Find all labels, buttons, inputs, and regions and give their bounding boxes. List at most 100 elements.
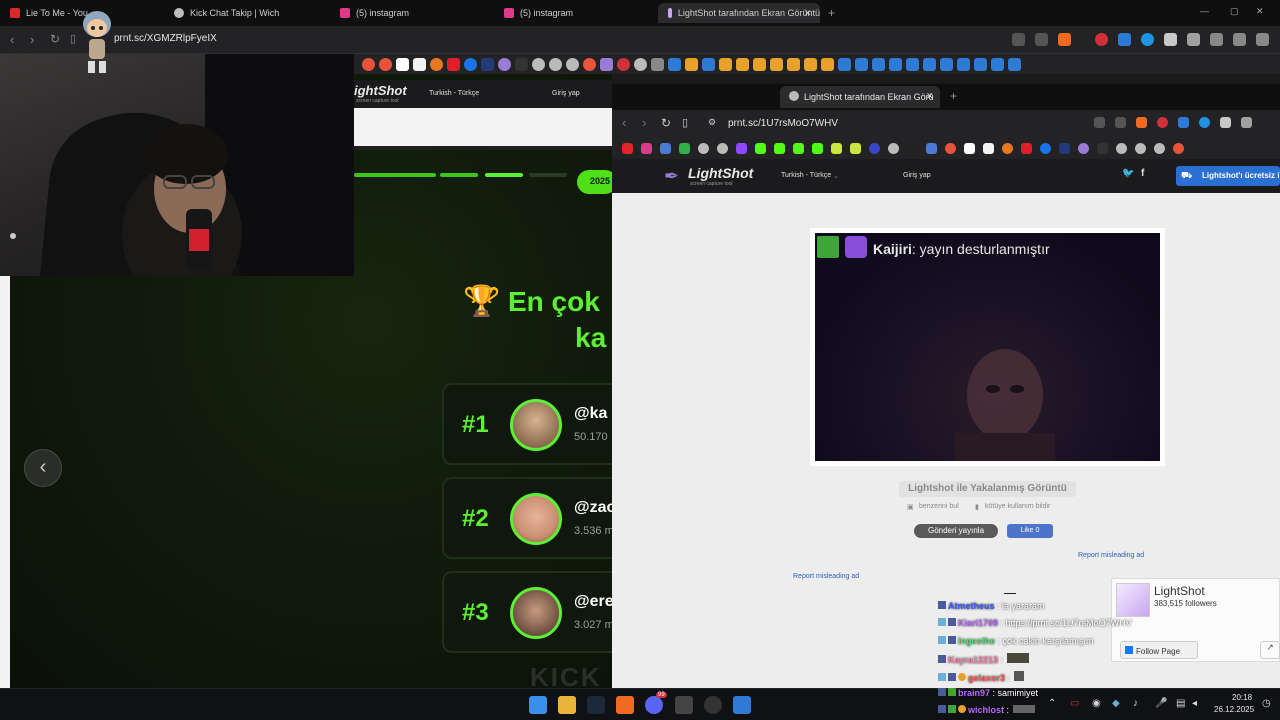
bookmark-purple-icon[interactable] xyxy=(498,57,511,71)
bookmark-drive-icon[interactable] xyxy=(679,142,690,154)
bookmark-instagram-icon[interactable] xyxy=(641,142,652,154)
lightshot-logo[interactable]: LightShot xyxy=(688,165,753,181)
bookmark-globe-icon[interactable] xyxy=(698,142,709,154)
bookmark-steam-icon[interactable] xyxy=(906,57,919,71)
bookmark-globe-icon[interactable] xyxy=(1135,142,1146,154)
bookmark-orange-icon[interactable] xyxy=(787,57,800,71)
bookmark-x-twitter-icon[interactable] xyxy=(907,142,918,154)
bookmark-p-icon[interactable] xyxy=(396,57,409,71)
bookmark-globe-icon[interactable] xyxy=(1154,142,1165,154)
bookmark-nhl-icon[interactable] xyxy=(481,57,494,71)
bookmark-orange-icon[interactable] xyxy=(685,57,698,71)
close-window-icon[interactable]: ✕ xyxy=(1256,6,1264,17)
previous-arrow-button[interactable]: ‹ xyxy=(24,449,62,487)
lightshot-page-logo[interactable] xyxy=(1116,583,1150,617)
bookmark-kick-icon[interactable] xyxy=(515,57,528,71)
tray-app-icon[interactable]: ◉ xyxy=(1092,698,1101,709)
discord-icon[interactable] xyxy=(645,696,663,714)
tab-instagram-1[interactable]: (5) instagram xyxy=(330,3,490,23)
back-icon[interactable]: ‹ xyxy=(10,32,14,47)
close-tab-icon[interactable]: ✕ xyxy=(804,8,812,19)
wallet-icon[interactable] xyxy=(1210,33,1223,46)
fb-page-title[interactable]: LightShot xyxy=(1154,584,1205,598)
extension-wave-icon[interactable] xyxy=(1118,33,1131,46)
screen-icon[interactable] xyxy=(1094,117,1105,128)
file-explorer-icon[interactable] xyxy=(558,696,576,714)
bookmark-reddit-icon[interactable] xyxy=(362,57,375,71)
app-icon[interactable] xyxy=(733,696,751,714)
bookmark-steam-icon[interactable] xyxy=(923,57,936,71)
clock-time[interactable]: 20:18 xyxy=(1232,693,1252,702)
tab-lightshot[interactable]: LightShot tarafından Ekran Görüntü xyxy=(658,3,820,23)
url-field[interactable]: prnt.sc/1U7rsMoO7WHV xyxy=(728,118,838,129)
network-icon[interactable]: ▤ xyxy=(1176,698,1185,709)
bookmark-steam-icon[interactable] xyxy=(1008,57,1021,71)
menu-icon[interactable] xyxy=(1256,33,1269,46)
bookmark-steam-icon[interactable] xyxy=(702,57,715,71)
screen-icon[interactable] xyxy=(1012,33,1025,46)
ranking-card-2[interactable]: #2 @zac 3.536 m xyxy=(442,477,632,559)
bookmark-orange-icon[interactable] xyxy=(430,57,443,71)
bookmark-reddit-icon[interactable] xyxy=(379,57,392,71)
tab-kick-chat[interactable]: Kick Chat Takip | Wich xyxy=(164,3,329,23)
bookmark-orange-icon[interactable] xyxy=(719,57,732,71)
bookmark-x-icon[interactable] xyxy=(831,142,842,154)
bookmark-steam-icon[interactable] xyxy=(940,57,953,71)
clock-date[interactable]: 26.12.2025 xyxy=(1214,705,1254,714)
new-tab-button[interactable]: + xyxy=(950,89,957,103)
volume-icon[interactable]: ◂ xyxy=(1192,698,1197,709)
extensions-icon[interactable] xyxy=(1187,33,1200,46)
find-similar-link[interactable]: benzerini bul xyxy=(919,503,959,510)
bookmark-amazon-icon[interactable] xyxy=(413,57,426,71)
report-ad-link[interactable]: Report misleading ad xyxy=(1078,552,1144,559)
brave-icon[interactable] xyxy=(616,696,634,714)
bookmark-anchor-icon[interactable] xyxy=(869,142,880,154)
close-tab-icon[interactable]: ✕ xyxy=(926,91,934,102)
report-ad-link[interactable]: Report misleading ad xyxy=(793,573,859,580)
folder-icon[interactable] xyxy=(651,57,664,71)
report-abuse-link[interactable]: kötüye kullanım bildir xyxy=(985,503,1050,510)
window-icon[interactable] xyxy=(1220,117,1231,128)
bookmark-amazon-icon[interactable] xyxy=(983,142,994,154)
lightshot-logo[interactable]: ightShot xyxy=(354,83,407,98)
bookmark-orange-icon[interactable] xyxy=(821,57,834,71)
notifications-icon[interactable]: ◷ xyxy=(1262,698,1271,709)
bookmark-orange-icon[interactable] xyxy=(753,57,766,71)
bookmark-orange-icon[interactable] xyxy=(770,57,783,71)
reload-icon[interactable]: ↻ xyxy=(50,32,60,46)
login-link[interactable]: Giriş yap xyxy=(552,90,580,97)
bookmark-netflix-icon[interactable] xyxy=(1021,142,1032,154)
bookmark-kick-icon[interactable] xyxy=(793,142,804,154)
site-info-icon[interactable]: ⚙ xyxy=(708,117,716,128)
start-icon[interactable] xyxy=(529,696,547,714)
screenshot-image[interactable]: Kaijiri: yayın desturlanmıştır xyxy=(810,228,1165,466)
bookmark-red-icon[interactable] xyxy=(617,57,630,71)
bookmark-play-icon[interactable] xyxy=(464,57,477,71)
language-select[interactable]: Turkish - Türkçe xyxy=(781,172,831,179)
tweet-button[interactable]: Gönderi yayınla xyxy=(914,524,998,538)
like-button[interactable]: Like 0 xyxy=(1007,524,1053,538)
chevron-up-icon[interactable]: ⌃ xyxy=(1048,698,1056,709)
ranking-card-1[interactable]: #1 @ka 50.170 xyxy=(442,383,632,465)
share-icon[interactable] xyxy=(1115,117,1126,128)
tab-lightshot-front[interactable]: LightShot tarafından Ekran Görü xyxy=(780,86,940,108)
bookmark-gear-icon[interactable] xyxy=(634,57,647,71)
facebook-icon[interactable]: f xyxy=(1141,168,1144,179)
bookmark-steam-icon[interactable] xyxy=(668,57,681,71)
follow-page-button[interactable]: Follow Page xyxy=(1120,641,1198,659)
app-icon[interactable] xyxy=(675,696,693,714)
bookmark-globe-icon[interactable] xyxy=(888,142,899,154)
tab-instagram-2[interactable]: (5) instagram xyxy=(494,3,654,23)
language-select[interactable]: Turkish - Türkçe xyxy=(429,90,479,97)
forward-icon[interactable]: › xyxy=(642,115,646,130)
bookmark-steam-icon[interactable] xyxy=(872,57,885,71)
extension-blue-icon[interactable] xyxy=(1199,117,1210,128)
bookmark-globe-icon[interactable] xyxy=(549,57,562,71)
bookmark-steam-icon[interactable] xyxy=(974,57,987,71)
brave-shield-icon[interactable] xyxy=(1058,33,1071,46)
speaker-icon[interactable]: ♪ xyxy=(1133,698,1138,709)
brave-shield-icon[interactable] xyxy=(1136,117,1147,128)
reload-icon[interactable]: ↻ xyxy=(661,116,671,130)
bookmark-icon[interactable]: ▯ xyxy=(682,116,688,129)
bookmark-feather-icon[interactable] xyxy=(600,57,613,71)
